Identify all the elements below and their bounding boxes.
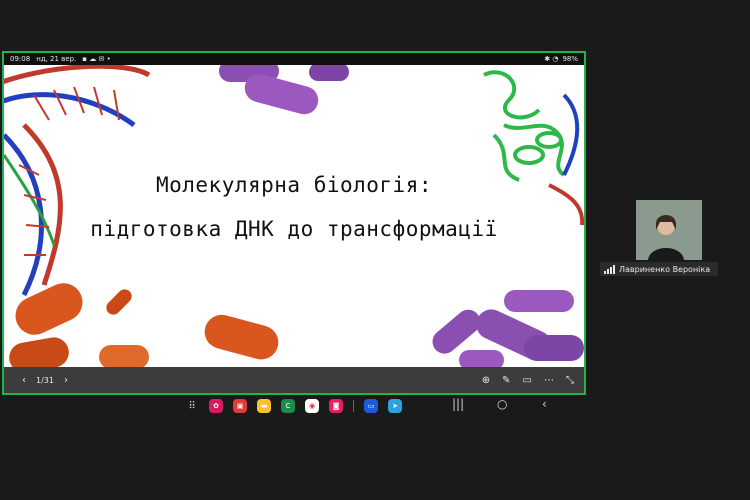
participant-name: Лавриненко Вероніка: [619, 264, 711, 274]
presentation-slide: Молекулярна біологія: підготовка ДНК до …: [4, 65, 584, 367]
pen-icon[interactable]: ✎: [502, 375, 510, 386]
next-slide-button[interactable]: ›: [64, 375, 68, 386]
screen-recorder-icon[interactable]: ◙: [329, 399, 343, 413]
taskbar-divider: [353, 400, 354, 412]
orange-bacteria: [9, 283, 279, 367]
prev-slide-button[interactable]: ‹: [22, 375, 26, 386]
back-button[interactable]: ‹: [542, 397, 547, 411]
chrome-app-icon[interactable]: ◉: [305, 399, 319, 413]
screen-share-window: 09:08 нд, 21 вер. ▪ ☁ ✉ • ✱ ◔ 98% Молеку…: [2, 51, 586, 395]
recent-apps-button[interactable]: |||: [452, 397, 464, 411]
presentation-controls: ‹ 1/31 › ⊕ ✎ ▭ ⋯ ⤡: [4, 367, 584, 393]
phone-taskbar: ⠿ ✿ ▣ ▬ C ◉ ◙ ▭ ➤: [185, 395, 575, 417]
page-counter: 1/31: [36, 375, 54, 385]
more-icon[interactable]: ⋯: [544, 375, 554, 386]
participant-name-bar: Лавриненко Вероніка: [600, 262, 718, 276]
signal-icon: [604, 264, 615, 274]
participant-video: [636, 200, 702, 260]
status-date: нд, 21 вер.: [36, 55, 77, 63]
phone-status-bar: 09:08 нд, 21 вер. ▪ ☁ ✉ • ✱ ◔ 98%: [4, 53, 584, 65]
telegram-app-icon[interactable]: ➤: [388, 399, 402, 413]
screen-icon[interactable]: ▭: [523, 375, 532, 386]
participant-tile[interactable]: Лавриненко Вероніка: [600, 196, 718, 278]
zoom-icon[interactable]: ⊕: [482, 375, 490, 386]
app-drawer-icon[interactable]: ⠿: [185, 399, 199, 413]
green-c-app-icon[interactable]: C: [281, 399, 295, 413]
slide-title-line1: Молекулярна біологія:: [155, 173, 432, 197]
collapse-icon[interactable]: ⤡: [566, 375, 574, 386]
slide-illustration: [4, 65, 584, 367]
battery-level: 98%: [562, 55, 578, 63]
purple-bacteria-bottom: [432, 290, 584, 367]
wifi-icon: ✱ ◔: [544, 55, 559, 63]
samsung-app-icon[interactable]: ▭: [364, 399, 378, 413]
red-app-icon[interactable]: ▣: [233, 399, 247, 413]
purple-bacteria-top: [219, 65, 349, 115]
notification-icons: ▪ ☁ ✉ •: [82, 55, 111, 63]
participant-avatar: [636, 200, 702, 260]
slide-title-line2: підготовка ДНК до трансформації: [90, 217, 498, 241]
flower-app-icon[interactable]: ✿: [209, 399, 223, 413]
status-time: 09:08: [10, 55, 31, 63]
dna-helix-right: [548, 93, 584, 226]
protein-structure: [483, 70, 566, 182]
notes-app-icon[interactable]: ▬: [257, 399, 271, 413]
home-button[interactable]: ○: [497, 397, 507, 411]
